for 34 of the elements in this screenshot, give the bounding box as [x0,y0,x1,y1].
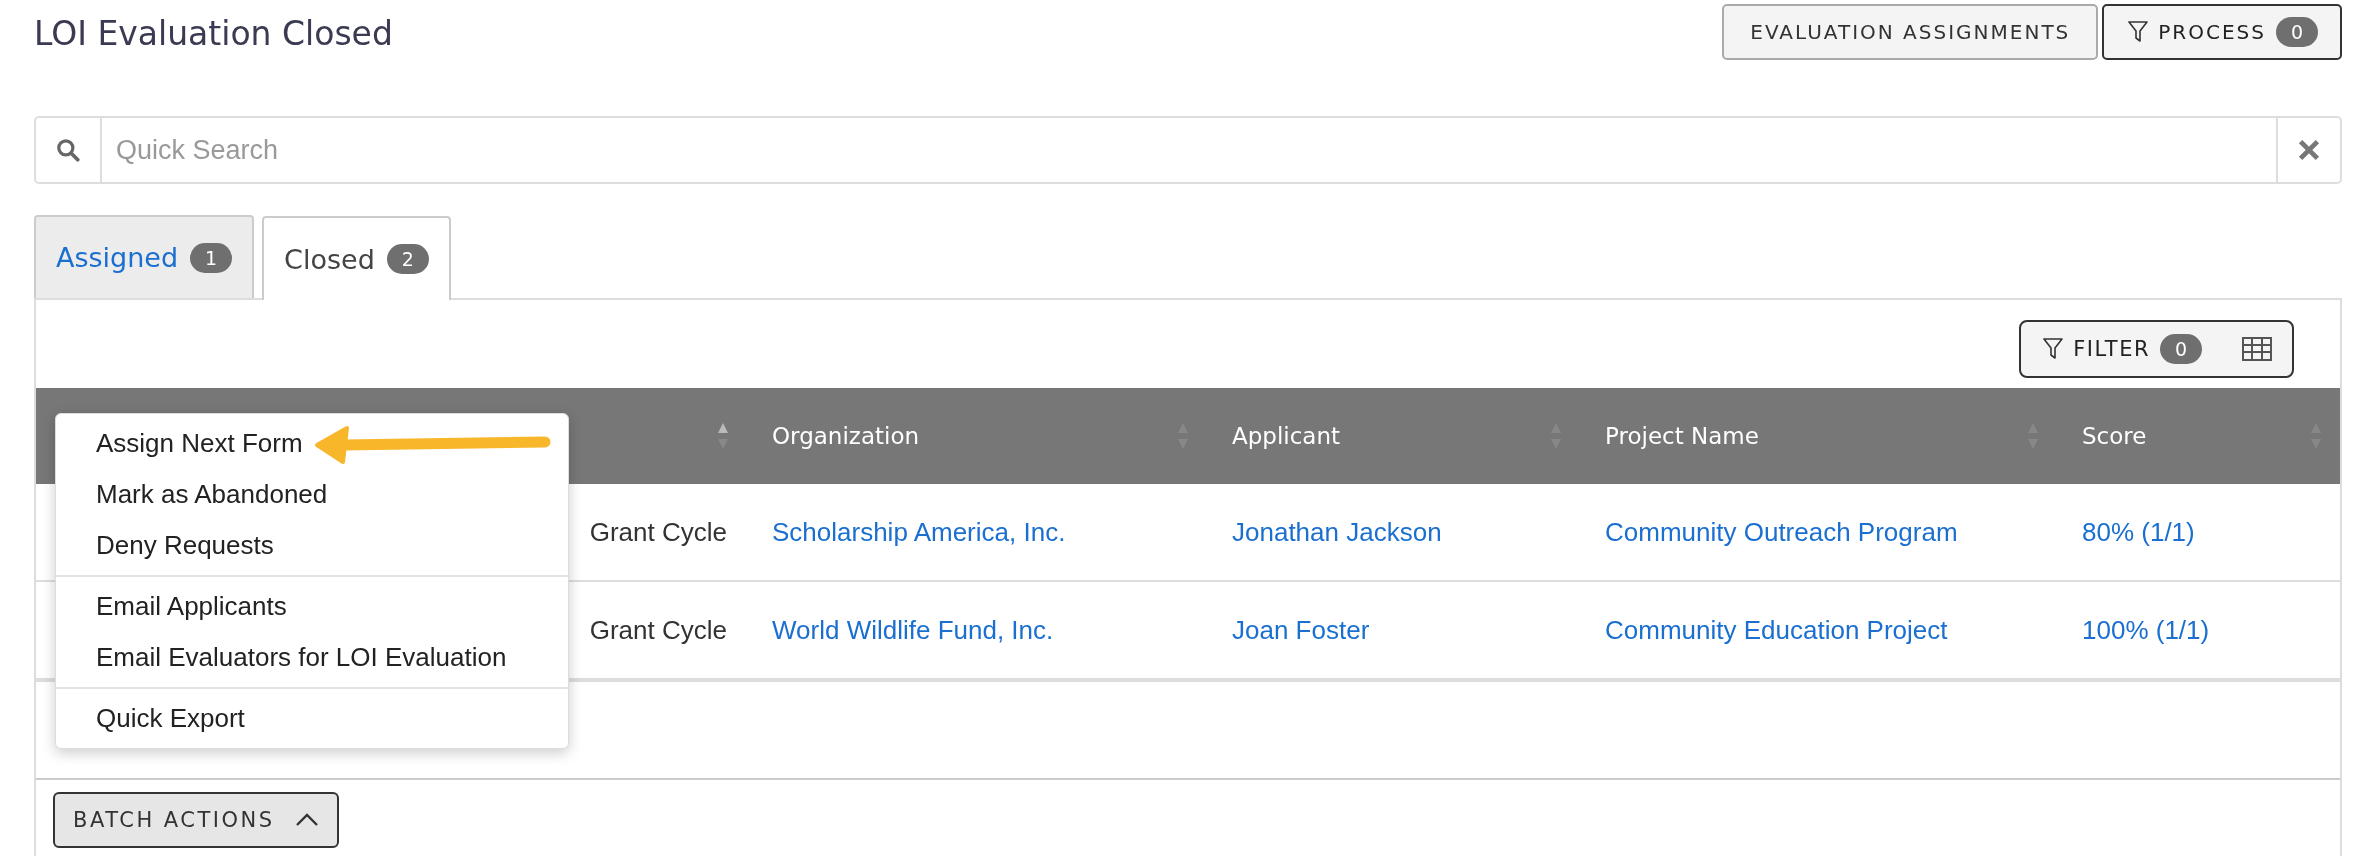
column-header[interactable]: Project Name [1605,423,1759,449]
table-cell: Grant Cycle [589,614,727,646]
column-header[interactable]: Applicant [1232,423,1341,449]
page-title: LOI Evaluation Closed [34,14,393,53]
tab[interactable]: Closed 2 [262,216,451,300]
table-cell: Grant Cycle [589,516,727,548]
menu-item[interactable]: Assign Next Form [96,428,303,459]
search-icon [55,137,81,163]
caret-icon [294,813,319,827]
filter-button[interactable]: FILTER 0 [2019,320,2294,378]
table-icon[interactable] [2242,337,2272,361]
header-button[interactable]: PROCESS 0 [2102,4,2342,60]
table-link[interactable]: Jonathan Jackson [1232,516,1442,548]
column-header[interactable]: Score [2082,423,2147,449]
close-icon[interactable] [2297,138,2321,162]
menu-item[interactable]: Quick Export [96,703,245,734]
table-link[interactable]: Community Outreach Program [1605,516,1958,548]
table-link[interactable]: Community Education Project [1605,614,1948,646]
table-link[interactable]: World Wildlife Fund, Inc. [772,614,1054,646]
batch-actions-button[interactable]: BATCH ACTIONS [53,792,339,848]
table-link[interactable]: Scholarship America, Inc. [772,516,1066,548]
menu-item[interactable]: Mark as Abandoned [96,479,328,510]
tab[interactable]: Assigned 1 [34,215,255,298]
column-header[interactable]: Organization [772,423,920,449]
filter-icon [2128,21,2149,43]
table-link[interactable]: 100% (1/1) [2082,614,2210,646]
header-button[interactable]: EVALUATION ASSIGNMENTS [1722,4,2099,60]
table-link[interactable]: 80% (1/1) [2082,516,2195,548]
filter-icon [2043,338,2064,360]
menu-item[interactable]: Deny Requests [96,530,274,561]
menu-item[interactable]: Email Evaluators for LOI Evaluation [96,642,507,673]
menu-item[interactable]: Email Applicants [96,591,287,622]
sort-icon[interactable] [717,421,729,451]
table-link[interactable]: Joan Foster [1232,614,1370,646]
